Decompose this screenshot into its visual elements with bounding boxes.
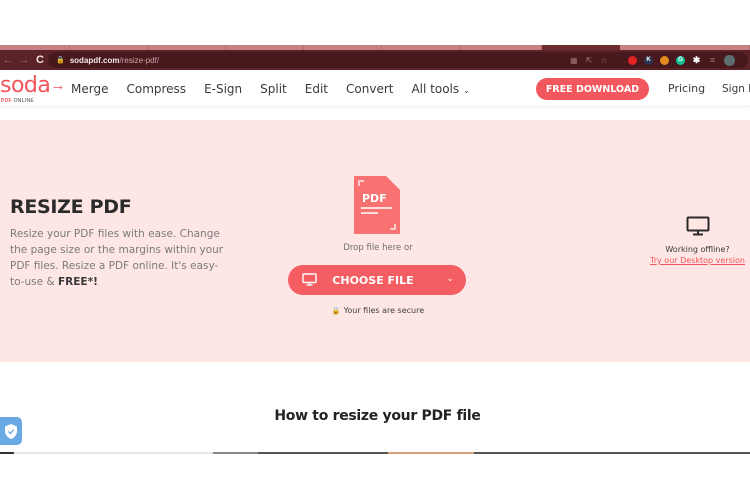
main-nav: Merge Compress E-Sign Split Edit Convert… <box>71 70 488 107</box>
divider-segment <box>0 452 14 454</box>
soda-logo[interactable]: soda→ PDF ONLINE <box>0 73 66 104</box>
how-to-heading: How to resize your PDF file <box>274 408 481 424</box>
reload-button[interactable]: C <box>32 54 48 66</box>
url-display[interactable]: 🔒 sodapdf.com /resize-pdf/ <box>48 52 248 68</box>
security-shield-button[interactable] <box>0 417 22 445</box>
hero-section: RESIZE PDF Resize your PDF files with ea… <box>0 120 750 362</box>
url-host: sodapdf.com <box>69 55 120 65</box>
sign-in-link[interactable]: Sign In <box>722 70 750 107</box>
divider-segment <box>388 452 474 454</box>
shield-check-icon <box>5 423 17 439</box>
share-icon[interactable]: ⇱ <box>586 56 593 65</box>
site-header: soda→ PDF ONLINE Merge Compress E-Sign S… <box>0 70 750 107</box>
lock-icon: 🔒 <box>56 57 65 64</box>
logo-arrow-icon: → <box>50 77 66 94</box>
choose-file-label: CHOOSE FILE <box>332 273 414 287</box>
divider-segment <box>213 452 258 454</box>
back-button[interactable]: ← <box>0 54 16 66</box>
secure-notice: 🔒 Your files are secure <box>331 306 425 315</box>
forward-button[interactable]: → <box>16 54 32 66</box>
offline-promo: Working offline? Try our Desktop version <box>645 216 750 265</box>
extensions-bar: K G ✱ ≡ <box>628 52 735 68</box>
working-offline-text: Working offline? <box>665 245 730 254</box>
desktop-version-link[interactable]: Try our Desktop version <box>645 256 750 265</box>
nav-compress[interactable]: Compress <box>126 82 186 96</box>
choose-file-button[interactable]: CHOOSE FILE ⌄ <box>288 265 466 295</box>
svg-text:PDF: PDF <box>362 192 387 205</box>
divider-segment <box>258 452 388 454</box>
logo-subtitle: PDF ONLINE <box>1 98 35 104</box>
content-divider <box>0 452 750 454</box>
puzzle-icon[interactable]: ✱ <box>692 55 701 65</box>
free-download-button[interactable]: FREE DOWNLOAD <box>536 78 649 100</box>
drop-zone-text: Drop file here or <box>343 243 413 253</box>
chevron-down-icon[interactable]: ⌄ <box>446 273 454 284</box>
desktop-monitor-icon <box>686 216 709 236</box>
logo-word: soda <box>0 73 51 98</box>
nav-all-tools[interactable]: All tools ⌄ <box>411 82 469 96</box>
page-title: RESIZE PDF <box>10 196 132 218</box>
nav-convert[interactable]: Convert <box>346 82 393 96</box>
url-path: /resize-pdf/ <box>119 55 160 65</box>
extension-orange-icon[interactable] <box>660 55 669 65</box>
nav-merge[interactable]: Merge <box>71 82 108 96</box>
grammarly-icon[interactable]: G <box>676 55 685 65</box>
hero-description: Resize your PDF files with ease. Change … <box>10 228 224 288</box>
lock-icon: 🔒 <box>331 307 341 315</box>
nav-esign[interactable]: E-Sign <box>204 82 242 96</box>
blank-area <box>0 0 750 45</box>
profile-avatar[interactable] <box>724 54 735 66</box>
nav-pricing[interactable]: Pricing <box>668 70 705 107</box>
extension-k-icon[interactable]: K <box>644 55 653 65</box>
nav-edit[interactable]: Edit <box>305 82 328 96</box>
bookmark-star-icon[interactable]: ☆ <box>600 56 607 65</box>
extension-red-icon[interactable] <box>628 55 637 65</box>
divider-segment <box>14 452 213 454</box>
chevron-down-icon: ⌄ <box>463 85 470 95</box>
nav-split[interactable]: Split <box>260 82 287 96</box>
divider-segment <box>474 452 750 454</box>
translate-icon[interactable]: ▦ <box>570 56 578 65</box>
reading-list-icon[interactable]: ≡ <box>708 55 717 65</box>
omnibox-actions: ▦ ⇱ ☆ <box>570 52 607 68</box>
nav-all-tools-label: All tools <box>411 81 460 96</box>
pdf-file-icon: PDF <box>354 176 400 239</box>
